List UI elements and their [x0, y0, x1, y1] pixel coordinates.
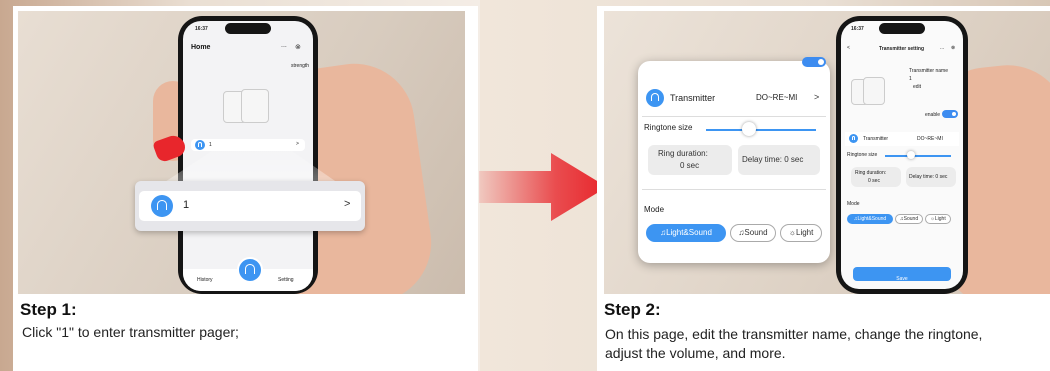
transmitter-name-value: 1: [909, 76, 912, 82]
zoomed-transmitter-row[interactable]: Transmitter DO~RE~MI >: [638, 85, 830, 113]
mode-light-sound-label: ♫Light&Sound: [853, 216, 887, 222]
chevron-right-icon: >: [296, 141, 299, 147]
delay-time-box[interactable]: Delay time: 0 sec: [906, 167, 956, 187]
close-icon[interactable]: ⊗: [295, 43, 301, 51]
pager-device-image-2: [241, 89, 269, 123]
notch: [225, 23, 271, 34]
notch2: [879, 23, 925, 34]
zoomed-delay-time-box[interactable]: Delay time: 0 sec: [738, 145, 820, 175]
add-pager-icon[interactable]: [237, 257, 263, 283]
zoomed-ringtone-size-label: Ringtone size: [644, 123, 693, 132]
transmitter-row[interactable]: Transmitter DO~RE~MI: [845, 132, 959, 146]
arrow-right-icon: [479, 153, 607, 221]
screen-title-2: Transmitter setting: [879, 46, 925, 52]
transmitter-label: Transmitter: [863, 136, 889, 142]
zoomed-delay-time-label: Delay time: 0 sec: [742, 155, 804, 164]
list-item-label: 1: [209, 142, 212, 148]
status-time: 16:37: [195, 26, 208, 32]
mode-sound-label: ♫Sound: [899, 216, 919, 222]
zoomed-bell-icon: [151, 195, 173, 217]
mode-light-sound[interactable]: ♫Light&Sound: [847, 214, 893, 224]
status-time-2: 16:37: [851, 26, 864, 32]
enable-label: enable: [925, 112, 941, 118]
phone-step2-screen: 16:37 < Transmitter setting ... ⊗ Transm…: [841, 21, 963, 289]
transmitter-value: DO~RE~MI: [917, 136, 943, 142]
zoomed-transmitter-value: DO~RE~MI: [756, 93, 798, 102]
mode-label: Mode: [847, 201, 860, 207]
zoomed-enable-toggle[interactable]: [802, 57, 826, 67]
step1-description: Click "1" to enter transmitter pager;: [22, 324, 239, 340]
zoomed-slider-track[interactable]: [706, 129, 816, 131]
zoomed-ring-duration-value: 0 sec: [680, 161, 700, 170]
zoomed-slider-knob[interactable]: [742, 122, 756, 136]
ring-duration-box[interactable]: Ring duration: 0 sec: [851, 167, 901, 187]
ring-duration-label: Ring duration:: [855, 170, 887, 176]
step2-photo: 16:37 < Transmitter setting ... ⊗ Transm…: [604, 11, 1050, 294]
screen-title: Home: [191, 44, 211, 51]
ringtone-size-label: Ringtone size: [847, 152, 878, 158]
close-icon-2[interactable]: ⊗: [951, 45, 955, 51]
zoomed-item-label: 1: [183, 199, 190, 211]
more-button-2[interactable]: ...: [940, 45, 944, 51]
zoomed-mode-light-sound-label: ♫Light&Sound: [660, 228, 712, 237]
zoomed-mode-label: Mode: [644, 205, 665, 214]
mode-sound[interactable]: ♫Sound: [895, 214, 923, 224]
step2-title: Step 2:: [604, 300, 661, 319]
mode-light[interactable]: ☼Light: [925, 214, 951, 224]
step2-description-line1: On this page, edit the transmitter name,…: [605, 326, 983, 342]
zoomed-transmitter-chevron-icon: >: [814, 92, 820, 102]
mode-light-label: ☼Light: [930, 216, 946, 222]
back-icon[interactable]: <: [847, 45, 850, 51]
save-button[interactable]: Save: [853, 267, 951, 282]
zoomed-mode-light-sound[interactable]: ♫Light&Sound: [646, 224, 726, 242]
transmitter-name-label: Transmitter name: [909, 68, 948, 74]
ring-duration-value: 0 sec: [868, 178, 880, 184]
phone-step2: 16:37 < Transmitter setting ... ⊗ Transm…: [836, 16, 968, 294]
ringtone-slider-track[interactable]: [885, 155, 951, 157]
transmitter-bell-icon: [849, 134, 858, 143]
zoomed-list-panel: 1 >: [135, 181, 365, 231]
zoomed-mode-sound[interactable]: ♫Sound: [730, 224, 776, 242]
zoomed-list-item[interactable]: 1 >: [139, 191, 361, 221]
more-button[interactable]: ...: [281, 42, 287, 49]
zoomed-divider-2: [642, 189, 826, 190]
step2-description-line2: adjust the volume, and more.: [605, 345, 786, 361]
nav-setting[interactable]: Setting: [278, 277, 294, 283]
edit-button[interactable]: edit: [913, 84, 921, 90]
zoomed-chevron-icon: >: [344, 198, 351, 210]
step1-title: Step 1:: [20, 300, 77, 319]
zoomed-transmitter-bell-icon: [646, 89, 664, 107]
zoomed-ring-duration-box[interactable]: Ring duration: 0 sec: [648, 145, 732, 175]
nav-history[interactable]: History: [197, 277, 213, 283]
step1-photo: 16:37 Home ... ⊗ strength 1 > History Se…: [18, 11, 465, 294]
zoomed-transmitter-label: Transmitter: [670, 93, 716, 103]
pager-device-image-4: [863, 77, 885, 105]
strength-label: strength: [291, 63, 310, 69]
ringtone-slider-knob[interactable]: [907, 151, 915, 159]
zoomed-settings-panel: Transmitter DO~RE~MI > Ringtone size Rin…: [638, 57, 830, 263]
zoomed-mode-sound-label: ♫Sound: [738, 228, 768, 237]
delay-time-label: Delay time: 0 sec: [909, 174, 948, 180]
bell-icon: [195, 140, 205, 150]
save-label: Save: [896, 276, 908, 282]
zoomed-mode-light-label: ☼Light: [788, 228, 814, 237]
zoomed-divider: [642, 116, 826, 117]
enable-toggle[interactable]: [942, 110, 958, 118]
zoomed-ring-duration-label: Ring duration:: [658, 149, 708, 158]
zoomed-mode-light[interactable]: ☼Light: [780, 224, 822, 242]
